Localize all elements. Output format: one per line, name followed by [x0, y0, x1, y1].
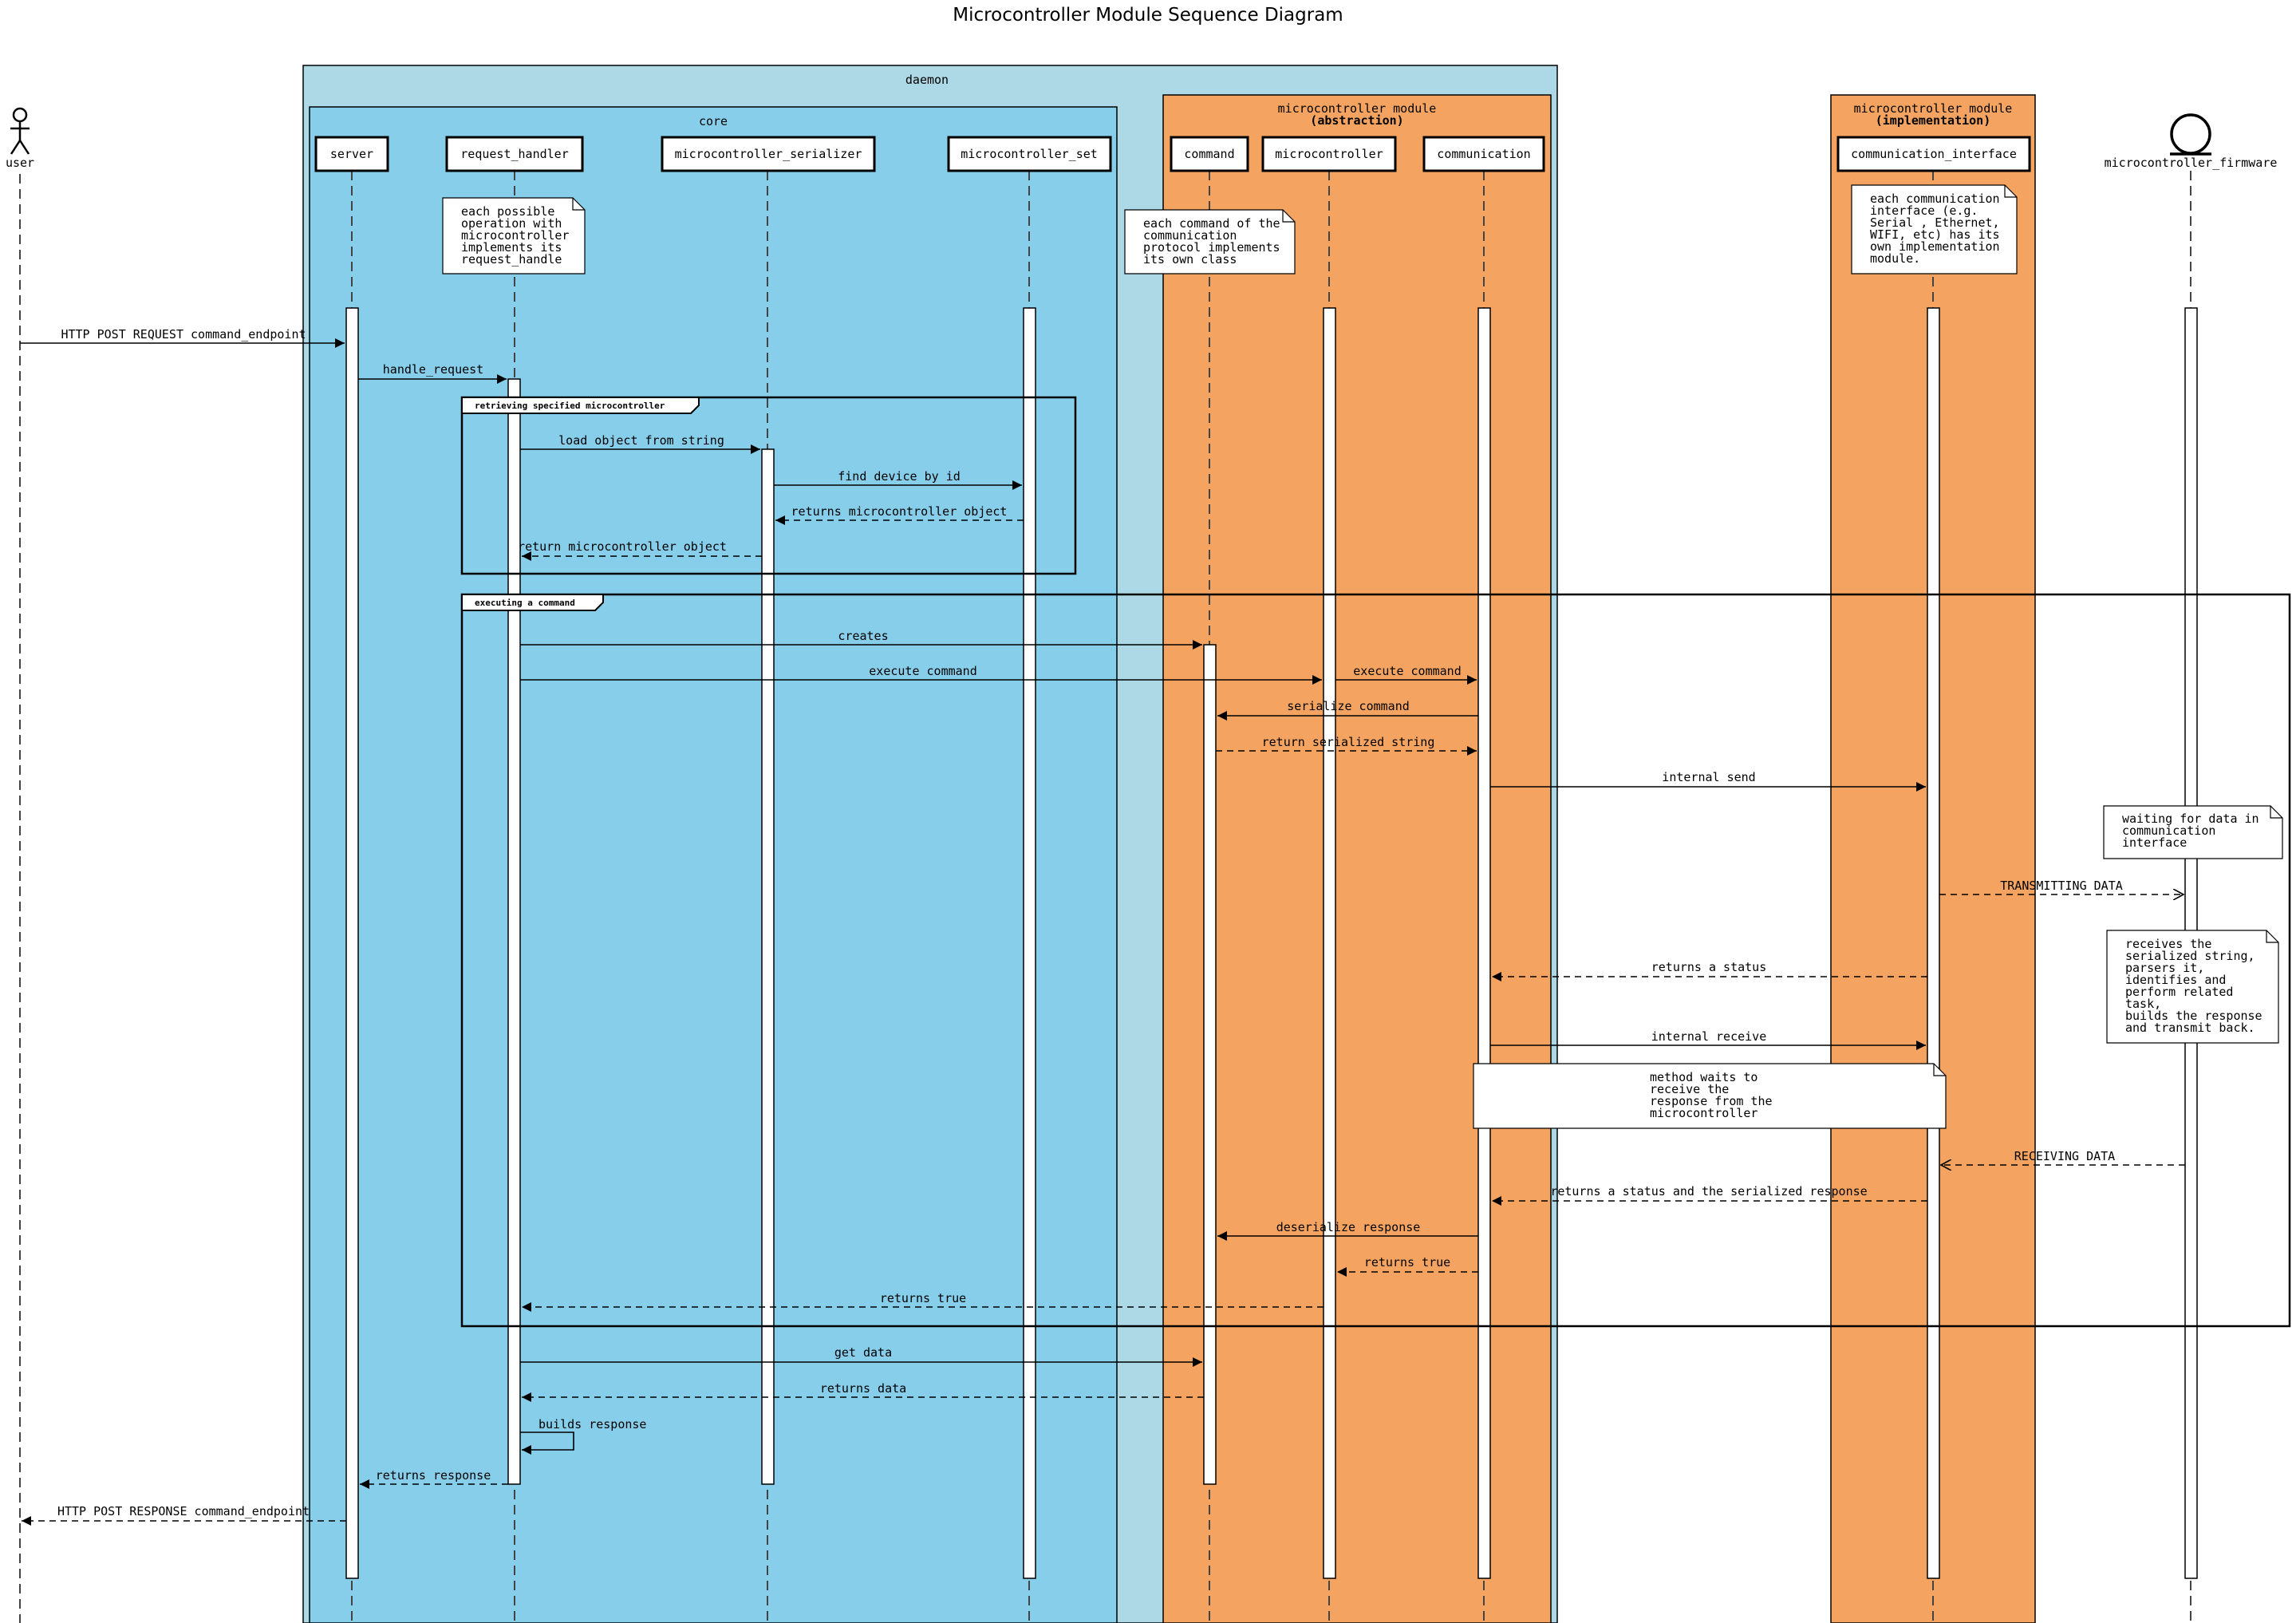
participant-server-label: server	[330, 147, 373, 161]
msg-returns-true-1-label: returns true	[1364, 1255, 1450, 1270]
msg-http-post-response-label: HTTP POST RESPONSE command_endpoint	[57, 1504, 310, 1518]
msg-transmitting-data-label: TRANSMITTING DATA	[2000, 879, 2123, 893]
msg-receiving-data-label: RECEIVING DATA	[2014, 1149, 2115, 1163]
participant-microcontroller-serializer-label: microcontroller_serializer	[675, 147, 862, 161]
participant-request-handler-label: request_handler	[460, 147, 568, 161]
participant-microcontroller-set-label: microcontroller_set	[961, 147, 1098, 161]
msg-internal-send-label: internal send	[1662, 770, 1755, 784]
user-actor-icon	[12, 107, 28, 123]
daemon-package-label: daemon	[905, 73, 949, 87]
module-abstraction-package	[1162, 94, 1552, 1623]
activation-communication-interface	[1927, 307, 1940, 1579]
module-abstraction-sublabel: (abstraction)	[1310, 113, 1403, 128]
module-implementation-sublabel: (implementation)	[1876, 113, 1991, 128]
actor-user: user	[6, 107, 34, 170]
frame-execute-label: executing a command	[475, 598, 575, 608]
msg-execute-command-2-label: execute command	[1353, 664, 1461, 678]
msg-handle-request-label: handle_request	[383, 362, 483, 377]
core-package-label: core	[699, 114, 728, 128]
msg-execute-command-1-label: execute command	[869, 664, 976, 678]
sequence-diagram: Microcontroller Module Sequence Diagram …	[6, 5, 2291, 1623]
participant-microcontroller-label: microcontroller	[1275, 147, 1383, 161]
frame-retrieve-label: retrieving specified microcontroller	[475, 401, 665, 411]
msg-serialize-command-label: serialize command	[1287, 699, 1410, 713]
core-package	[309, 106, 1118, 1623]
entity-icon	[2170, 113, 2211, 155]
activation-microcontroller-serializer	[761, 448, 775, 1485]
activation-microcontroller	[1323, 307, 1336, 1579]
msg-returns-data-label: returns data	[820, 1381, 906, 1396]
msg-returns-response-label: returns response	[376, 1468, 491, 1483]
diagram-title: Microcontroller Module Sequence Diagram	[953, 5, 1343, 26]
participant-user-label: user	[6, 156, 34, 170]
participant-communication-label: communication	[1437, 147, 1530, 161]
participant-command-label: command	[1184, 147, 1234, 161]
msg-returns-true-2-label: returns true	[880, 1291, 966, 1305]
msg-return-serialized-label: return serialized string	[1262, 735, 1435, 749]
activation-command	[1203, 644, 1217, 1485]
msg-load-object-label: load object from string	[558, 433, 724, 448]
msg-creates-label: creates	[838, 629, 888, 643]
msg-returns-status-label: returns a status	[1651, 960, 1767, 974]
msg-find-device-label: find device by id	[838, 469, 961, 484]
participant-communication-interface-label: communication_interface	[1851, 147, 2017, 161]
msg-deserialize-response-label: deserialize response	[1276, 1220, 1421, 1234]
msg-returns-status-serialized-label: returns a status and the serialized resp…	[1550, 1184, 1867, 1198]
note-request-handle-text: each possible operation with microcontro…	[461, 204, 577, 267]
msg-get-data-label: get data	[834, 1345, 892, 1360]
participant-microcontroller-firmware-label: microcontroller_firmware	[2105, 156, 2278, 170]
activation-microcontroller-set	[1023, 307, 1036, 1579]
msg-return-microcontroller-object-label: return microcontroller object	[518, 539, 727, 554]
msg-http-post-request-label: HTTP POST REQUEST command_endpoint	[61, 327, 306, 342]
msg-internal-receive-label: internal receive	[1651, 1029, 1767, 1044]
msg-builds-response-label: builds response	[538, 1417, 646, 1431]
entity-microcontroller-firmware: microcontroller_firmware	[2105, 113, 2278, 170]
msg-returns-microcontroller-object-label: returns microcontroller object	[791, 504, 1008, 519]
activation-communication	[1477, 307, 1491, 1579]
activation-server	[345, 307, 359, 1579]
